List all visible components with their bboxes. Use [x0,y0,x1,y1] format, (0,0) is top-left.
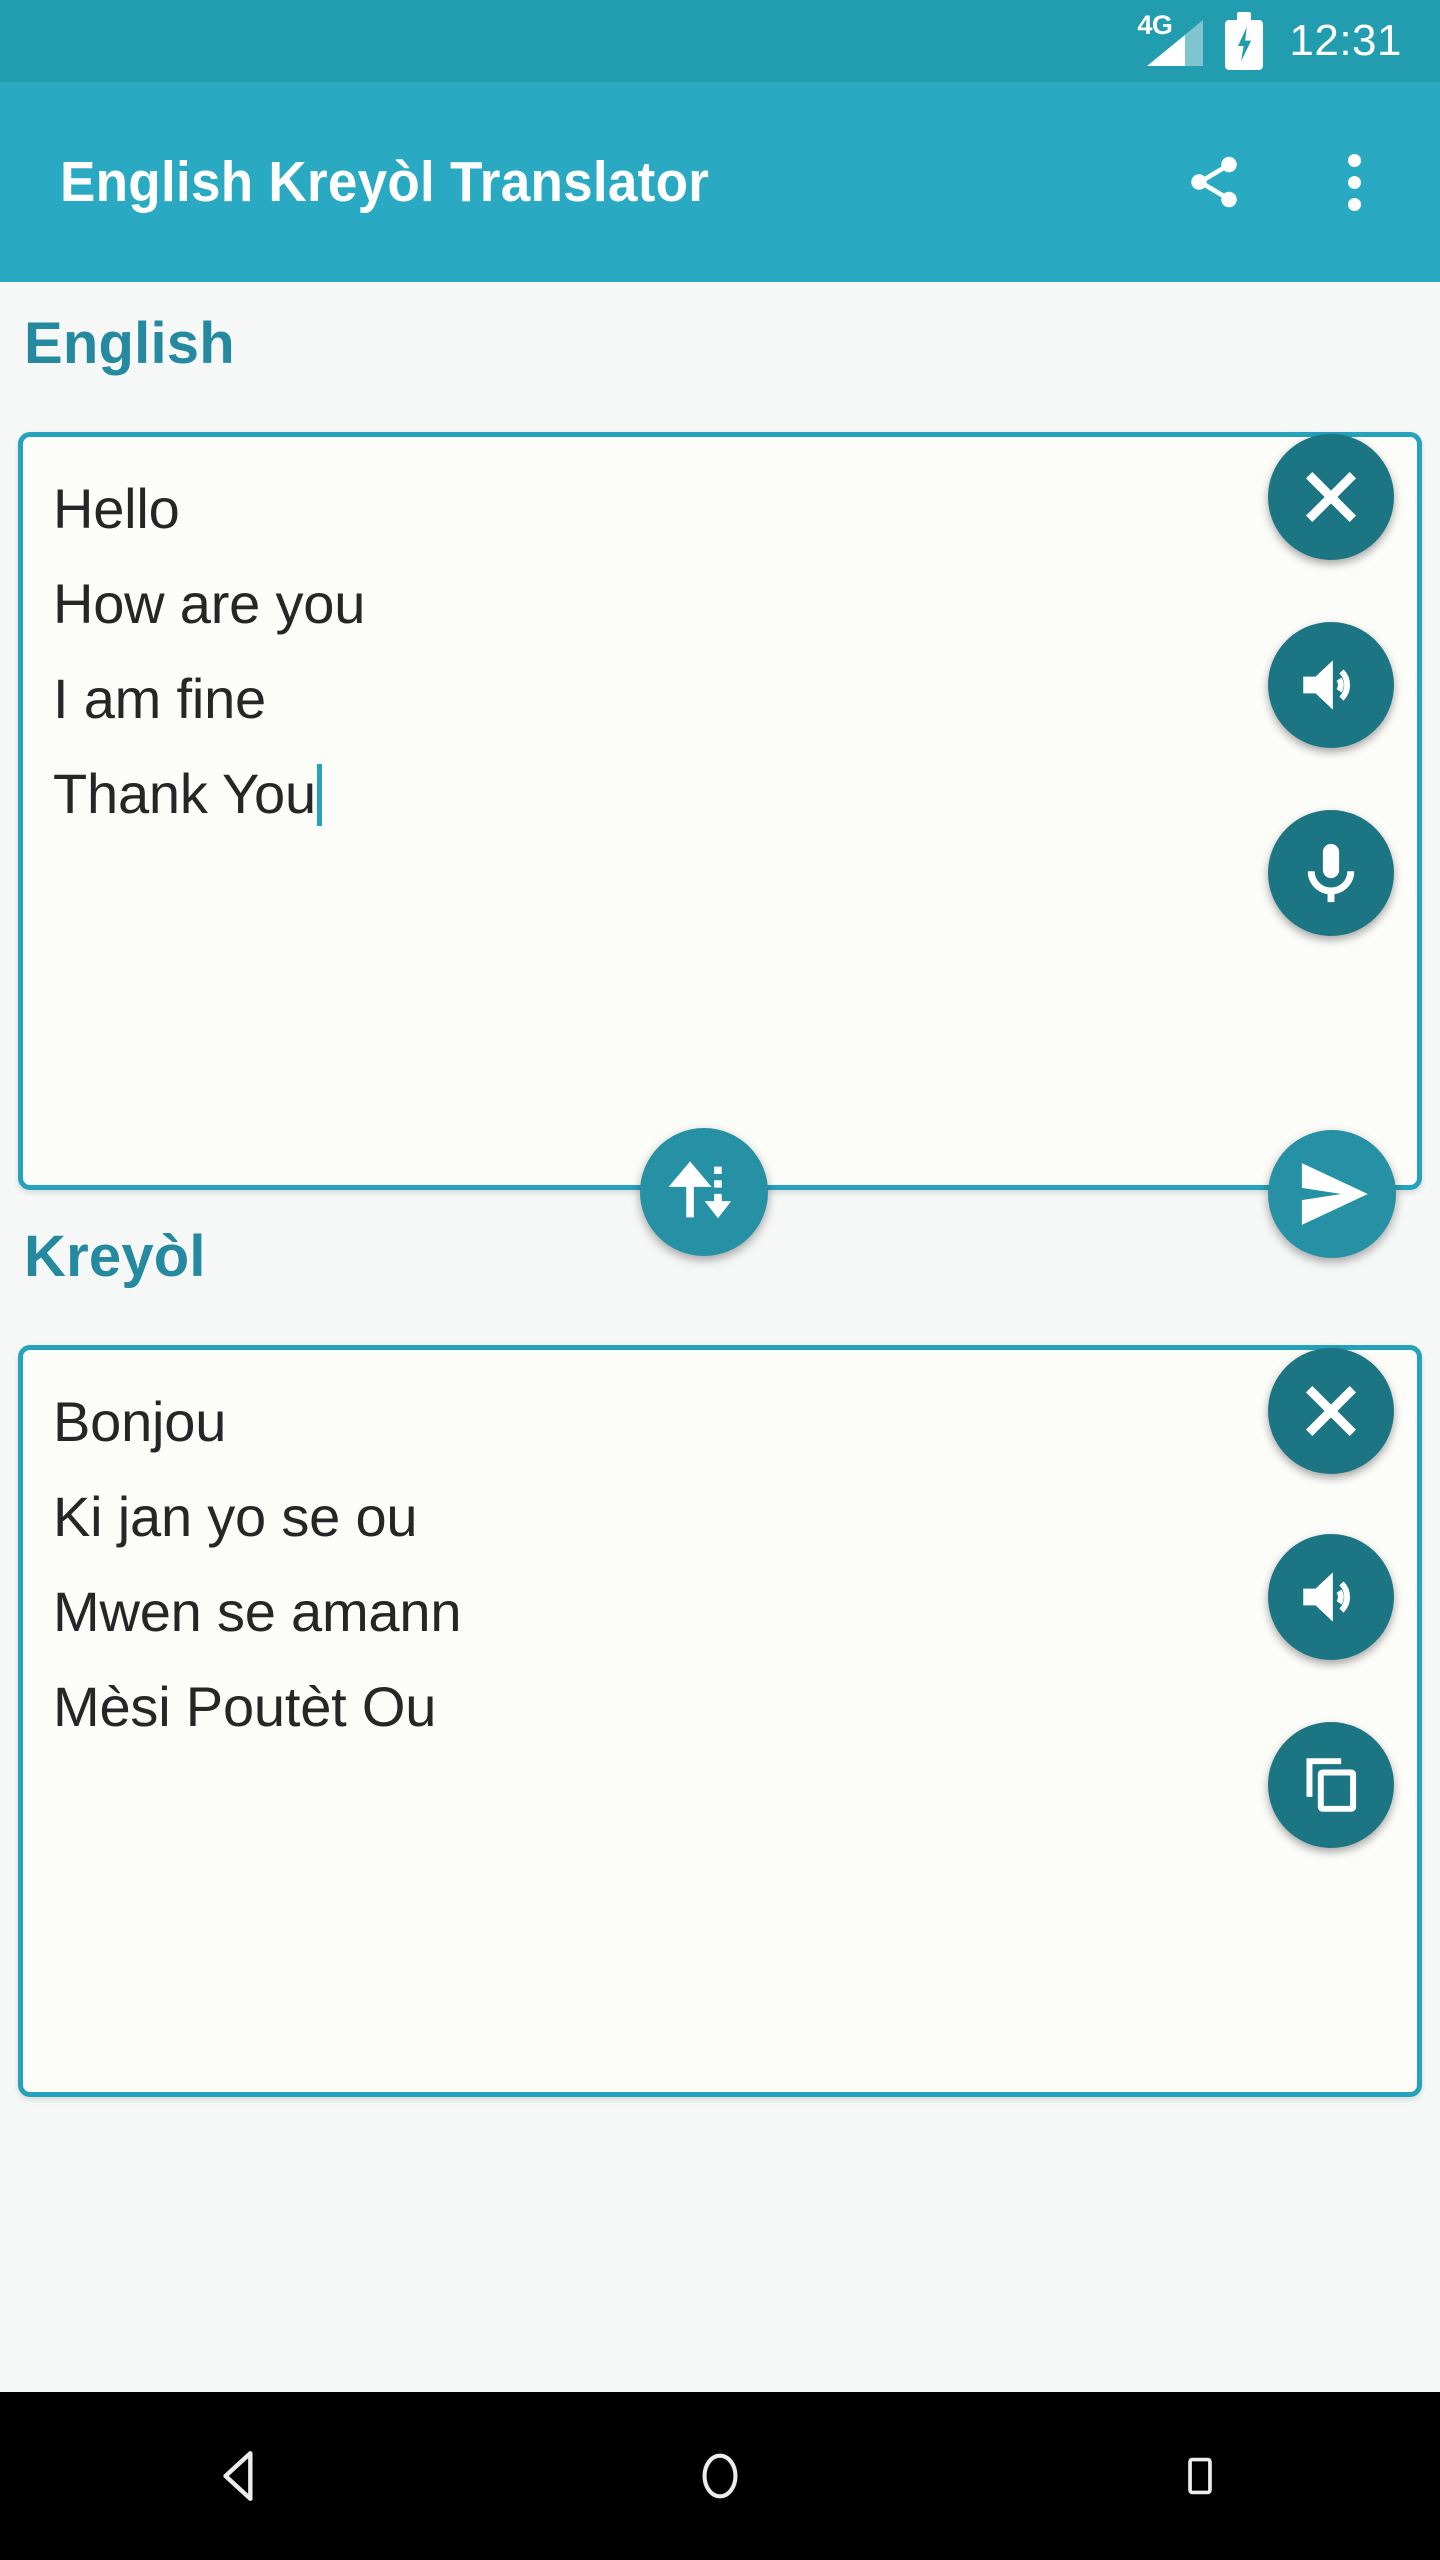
app-bar-actions [1162,130,1440,234]
nav-recents-button[interactable] [1100,2392,1300,2560]
volume-up-icon [1303,660,1350,710]
swap-vertical-icon [668,1161,732,1219]
clear-icon [1305,471,1357,523]
nav-back-button[interactable] [140,2392,340,2560]
copy-icon [1306,1758,1357,1812]
home-circle-icon [702,2453,738,2499]
status-bar: 4G 12:31 [0,0,1440,82]
share-icon [1191,156,1237,208]
share-button[interactable] [1162,130,1266,234]
source-text-input[interactable]: Hello How are you I am fine Thank You [53,461,1213,841]
battery-charging-icon [1225,12,1264,70]
microphone-button[interactable] [1268,810,1394,936]
text-cursor [316,764,322,826]
speak-target-button[interactable] [1268,1534,1394,1660]
send-translate-button[interactable] [1268,1130,1396,1258]
swap-languages-button[interactable] [640,1128,768,1256]
target-text-panel[interactable]: Bonjou Ki jan yo se ou Mwen se amann Mès… [18,1345,1422,2097]
back-triangle-icon [223,2451,253,2501]
status-bar-clock: 12:31 [1289,16,1402,65]
source-text-panel[interactable]: Hello How are you I am fine Thank You [18,432,1422,1190]
app-bar: English Kreyòl Translator [0,82,1440,282]
clear-source-button[interactable] [1268,434,1394,560]
microphone-icon [1307,843,1355,903]
network-type-label: 4G [1137,10,1173,40]
overflow-menu-icon [1347,153,1361,211]
recents-square-icon [1188,2457,1212,2495]
signal-cellular-icon: 4G [1131,10,1204,68]
nav-home-button[interactable] [620,2392,820,2560]
copy-translation-button[interactable] [1268,1722,1394,1848]
volume-up-icon [1303,1572,1350,1622]
send-icon [1301,1163,1368,1225]
source-language-label: English [24,311,235,376]
app-title: English Kreyòl Translator [60,150,710,214]
android-navigation-bar [0,2392,1440,2560]
app-screen: 4G 12:31 English Kreyòl Translator Engli… [0,0,1440,2560]
clear-icon [1305,1385,1357,1437]
target-language-label: Kreyòl [24,1224,206,1289]
clear-target-button[interactable] [1268,1348,1394,1474]
speak-source-button[interactable] [1268,622,1394,748]
overflow-menu-button[interactable] [1302,130,1406,234]
target-text-output: Bonjou Ki jan yo se ou Mwen se amann Mès… [53,1390,462,1738]
